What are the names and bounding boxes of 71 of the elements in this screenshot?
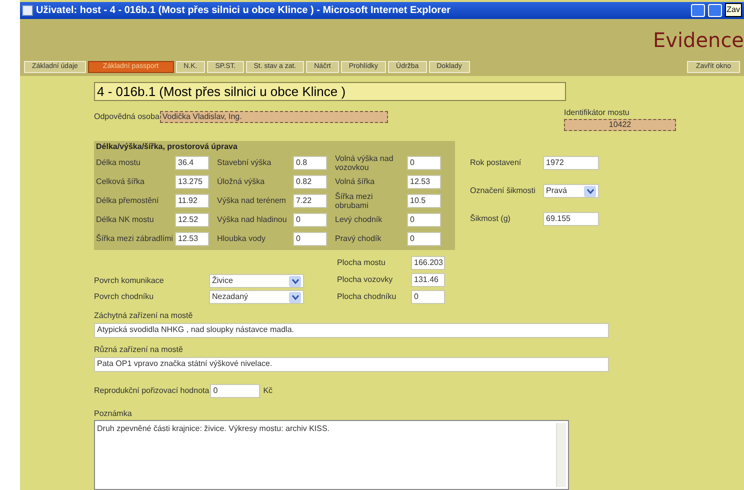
dropdown-arrow-icon bbox=[289, 276, 301, 286]
bridge-title: 4 - 016b.1 (Most přes silnici u obce Klince ) bbox=[94, 82, 566, 101]
input-field[interactable]: 11.92 bbox=[175, 194, 209, 208]
field-label: Stavební výška bbox=[217, 158, 272, 167]
dropdown[interactable]: Živice bbox=[209, 274, 304, 288]
input-field[interactable]: 0 bbox=[407, 232, 441, 246]
field-label: Odpovědná osoba bbox=[94, 111, 160, 123]
dropdown-arrow-icon bbox=[584, 186, 596, 196]
field-label: Výška nad hladinou bbox=[217, 215, 288, 224]
input-field[interactable]: Pata OP1 vpravo značka státní výškové nivelace. bbox=[94, 357, 609, 372]
scrollbar[interactable] bbox=[556, 423, 566, 487]
input-field[interactable]: 131.46 bbox=[411, 273, 445, 287]
maximize-button[interactable] bbox=[708, 4, 722, 17]
field-label: Povrch komunikace bbox=[94, 275, 165, 287]
field-label: Hloubka vody bbox=[217, 234, 266, 243]
field-label: Výška nad terénem bbox=[217, 196, 287, 205]
field-label: Volná šířka bbox=[335, 177, 376, 186]
input-field[interactable]: 12.53 bbox=[407, 174, 441, 188]
input-field[interactable]: 69.155 bbox=[543, 212, 599, 226]
input-field[interactable]: 0 bbox=[411, 290, 445, 304]
field-label: Identifikátor mostu bbox=[564, 107, 630, 119]
field-label: Délka přemostění bbox=[96, 196, 160, 205]
browser-icon bbox=[22, 4, 33, 16]
bridge-id-field: 10422 bbox=[564, 119, 676, 131]
panel-title: Délka/výška/šířka, prostorová úprava bbox=[96, 141, 238, 153]
field-label: Různá zařízení na mostě bbox=[94, 344, 184, 356]
input-field[interactable]: 13.275 bbox=[175, 174, 209, 188]
field-label: Plocha vozovky bbox=[337, 274, 394, 286]
input-field[interactable]: 36.4 bbox=[175, 156, 209, 170]
field-label: Označení šikmosti bbox=[470, 185, 536, 197]
field-label: Pravý chodík bbox=[335, 234, 382, 243]
field-label: Poznámka bbox=[94, 408, 133, 420]
field-label: Záchytná zařízení na mostě bbox=[94, 310, 194, 322]
field-label: Rok postavení bbox=[470, 157, 522, 169]
field-label: Úložná výška bbox=[217, 177, 266, 186]
field-label: Plocha mostu bbox=[337, 257, 386, 269]
tooltip: Zav bbox=[724, 3, 742, 18]
dropdown[interactable]: Pravá bbox=[543, 184, 599, 198]
input-field[interactable]: 0 bbox=[407, 156, 441, 170]
field-label: Levý chodník bbox=[335, 215, 384, 224]
input-field[interactable]: 1972 bbox=[543, 156, 599, 170]
field-label: Šířka mezi zábradlími bbox=[96, 234, 174, 243]
field-label: Šikmost (g) bbox=[470, 213, 512, 225]
dropdown[interactable]: Nezadaný bbox=[209, 290, 304, 304]
input-field[interactable]: 0 bbox=[293, 232, 327, 246]
minimize-button[interactable] bbox=[690, 4, 705, 17]
input-field[interactable]: 0.8 bbox=[293, 156, 327, 170]
input-field[interactable]: 12.53 bbox=[175, 232, 209, 246]
input-field[interactable]: Atypická svodidla NHKG , nad sloupky nástavce madla. bbox=[94, 323, 609, 338]
brand-title: Evidence bbox=[652, 26, 744, 54]
responsible-person-field: Vodička Vladislav, Ing. bbox=[160, 111, 388, 123]
field-label: Celková šířka bbox=[96, 177, 146, 186]
field-label: Délka NK mostu bbox=[96, 215, 155, 224]
input-field[interactable]: 0 bbox=[210, 384, 260, 398]
field-label: Volná výška nad vozovkou bbox=[335, 154, 394, 172]
input-field[interactable]: 0.82 bbox=[293, 174, 327, 188]
input-field[interactable]: 12.52 bbox=[175, 212, 209, 226]
field-label: Reprodukční pořizovací hodnota bbox=[94, 385, 210, 397]
field-label: Délka mostu bbox=[96, 158, 142, 167]
dropdown-arrow-icon bbox=[289, 292, 301, 302]
field-label: Kč bbox=[263, 385, 273, 397]
input-field[interactable]: 7.22 bbox=[293, 194, 327, 208]
field-label: Povrch chodníku bbox=[94, 291, 155, 303]
field-label: Šířka mezi obrubami bbox=[335, 192, 374, 210]
input-field[interactable]: 0 bbox=[293, 212, 327, 226]
window-title: Uživatel: host - 4 - 016b.1 (Most přes silnici u obce Klince ) - Microsoft Internet Explorer bbox=[36, 4, 452, 18]
input-field[interactable]: 0 bbox=[407, 212, 441, 226]
input-field[interactable]: 10.5 bbox=[407, 194, 441, 208]
input-field[interactable]: 166.203 bbox=[411, 256, 445, 270]
field-label: Plocha chodníku bbox=[337, 291, 398, 303]
note-textarea[interactable]: Druh zpevněné části krajnice: živice. Výkresy mostu: archiv KISS. bbox=[94, 420, 569, 490]
